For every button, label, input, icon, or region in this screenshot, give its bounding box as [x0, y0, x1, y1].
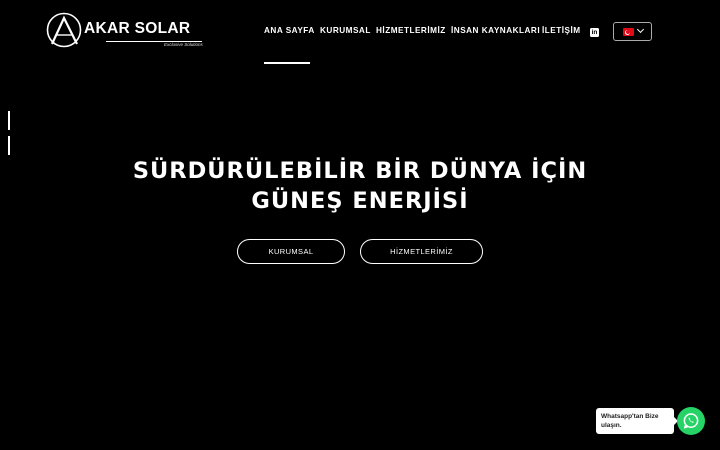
logo-tagline: Exclusive Solutions [164, 42, 203, 47]
hero-title-line-1: SÜRDÜRÜLEBİLİR BİR DÜNYA İÇİN [132, 158, 588, 184]
chevron-down-icon [636, 25, 645, 34]
hero-title: SÜRDÜRÜLEBİLİR BİR DÜNYA İÇİN GÜNEŞ ENER… [0, 156, 720, 216]
slider-dot-1[interactable] [8, 111, 10, 130]
whatsapp-button[interactable] [677, 407, 705, 435]
nav-item-corporate[interactable]: KURUMSAL [320, 26, 371, 35]
linkedin-icon[interactable]: in [590, 28, 599, 37]
logo-name: AKAR SOLAR [84, 20, 191, 37]
slider-dot-2[interactable] [8, 136, 10, 155]
nav-item-home[interactable]: ANA SAYFA [264, 26, 315, 35]
services-button[interactable]: HİZMETLERİMİZ [360, 239, 483, 264]
hero-title-line-2: GÜNEŞ ENERJİSİ [251, 188, 469, 214]
whatsapp-tooltip-line-1: Whatsapp'tan Bize [601, 413, 659, 420]
site-logo[interactable]: AKAR SOLAR Exclusive Solutions [46, 11, 206, 49]
nav-item-human-resources[interactable]: İNSAN KAYNAKLARI [451, 26, 540, 35]
logo-mark-icon [46, 12, 82, 48]
whatsapp-tooltip[interactable]: Whatsapp'tan Bize ulaşın. [596, 408, 678, 434]
corporate-button[interactable]: KURUMSAL [237, 239, 345, 264]
nav-active-indicator [264, 62, 310, 64]
language-selector[interactable] [613, 22, 652, 41]
nav-item-services[interactable]: HİZMETLERİMİZ [376, 26, 446, 35]
whatsapp-tooltip-line-2: ulaşın. [601, 422, 622, 429]
turkey-flag-icon [623, 28, 634, 36]
nav-item-contact[interactable]: İLETİŞİM [542, 26, 581, 35]
whatsapp-icon [683, 413, 699, 429]
